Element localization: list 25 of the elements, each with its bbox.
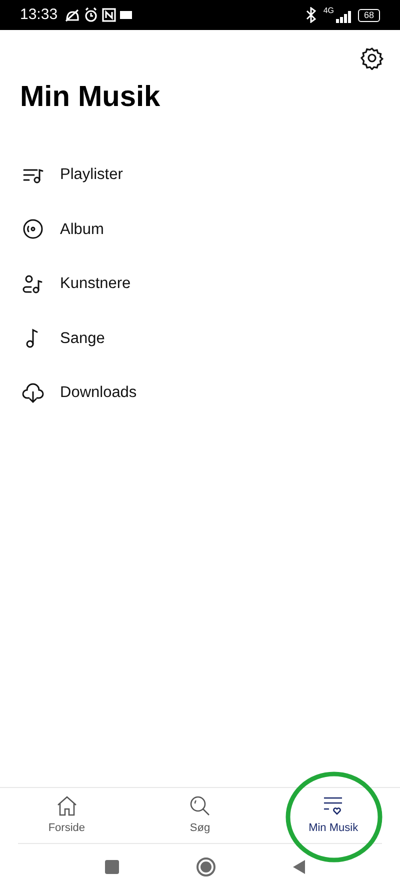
signal-icon <box>336 11 352 23</box>
bluetooth-icon <box>305 7 318 23</box>
cloud-download-icon <box>22 382 44 404</box>
settings-icon[interactable] <box>360 46 384 70</box>
menu-item[interactable]: Downloads <box>0 366 400 420</box>
nav-tab[interactable]: Søg <box>133 794 267 837</box>
nfc-icon <box>102 7 116 23</box>
artist-icon <box>22 272 44 295</box>
menu-item[interactable]: Playlister <box>0 148 400 202</box>
message-icon <box>120 10 132 20</box>
battery-indicator: 68 <box>358 8 380 22</box>
menu-item[interactable]: Sange <box>0 311 400 366</box>
network-type: 4G <box>323 7 334 15</box>
home-button[interactable] <box>196 856 216 876</box>
muted-bell-icon <box>64 7 80 23</box>
page-title: Min Musik <box>19 80 162 115</box>
alarm-icon <box>84 7 98 23</box>
menu-item[interactable]: Kunstnere <box>0 256 400 311</box>
nav-tab[interactable]: Min Musik <box>266 794 400 837</box>
status-time: 13:33 <box>20 4 58 25</box>
recents-button[interactable] <box>104 858 120 874</box>
disc-icon <box>22 218 44 240</box>
back-button[interactable] <box>292 858 306 874</box>
nav-tab[interactable]: Forside <box>0 794 134 837</box>
menu-item[interactable]: Album <box>0 202 400 256</box>
